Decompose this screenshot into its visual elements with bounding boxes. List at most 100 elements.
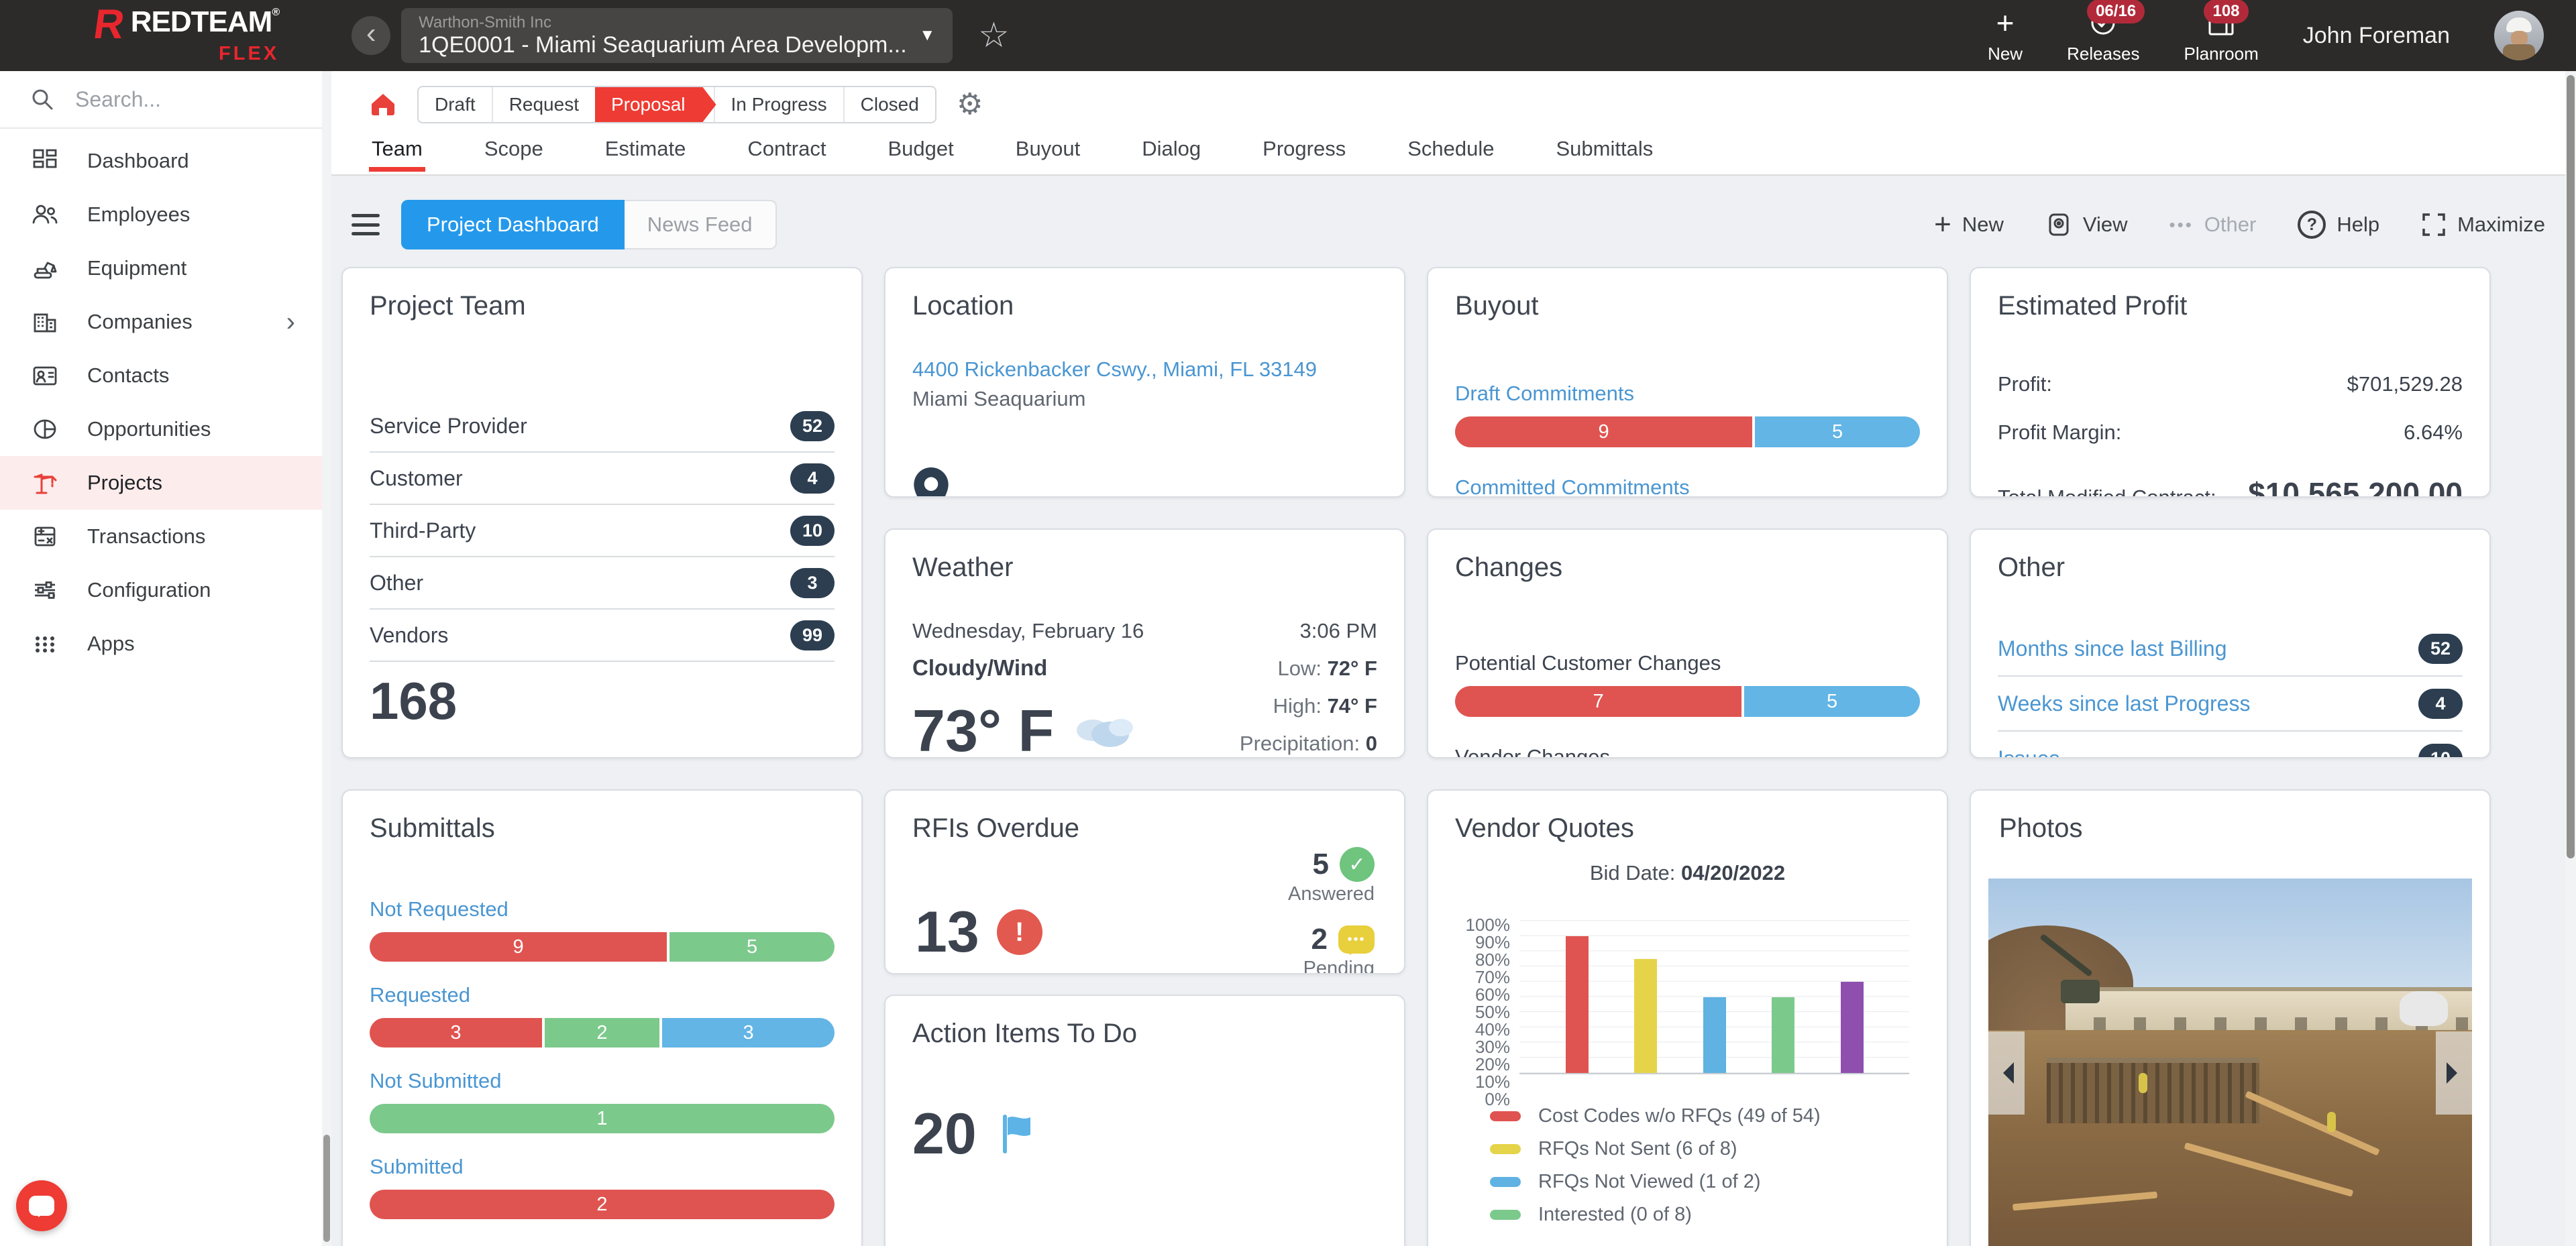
- favorite-star-icon[interactable]: ☆: [978, 18, 1010, 53]
- team-row-service-provider[interactable]: Service Provider 52: [370, 400, 835, 453]
- team-row-customer[interactable]: Customer 4: [370, 453, 835, 505]
- sidebar-item-contacts[interactable]: Contacts: [0, 349, 322, 402]
- sidebar-item-configuration[interactable]: Configuration: [0, 563, 322, 617]
- sidebar-scrollbar[interactable]: [322, 71, 331, 1246]
- sidebar-item-apps[interactable]: Apps: [0, 617, 322, 671]
- releases-button[interactable]: Releases 06/16: [2067, 0, 2145, 64]
- planroom-button[interactable]: Planroom 108: [2184, 0, 2259, 64]
- submittals-group: Submitted 2: [370, 1155, 835, 1219]
- team-row-third-party[interactable]: Third-Party 10: [370, 505, 835, 557]
- plus-icon: +: [1996, 5, 2015, 40]
- page-scrollbar[interactable]: [2565, 71, 2576, 1246]
- vendor-quotes-card: Vendor Quotes Bid Date: 04/20/2022 100% 9…: [1427, 789, 1948, 1246]
- view-button[interactable]: View: [2045, 211, 2127, 238]
- tab-schedule[interactable]: Schedule: [1405, 137, 1497, 172]
- y-axis-tick: 80%: [1474, 950, 1510, 970]
- chart-bar: [1634, 958, 1657, 1073]
- status-tab-in-progress[interactable]: In Progress: [713, 87, 843, 122]
- photo-prev-button[interactable]: [1988, 1031, 2025, 1115]
- changes-group-label: Vendor Changes: [1455, 745, 1610, 758]
- help-button[interactable]: ? Help: [2298, 211, 2379, 239]
- dashboard-toolbar: Project Dashboard News Feed + New View •…: [352, 200, 2545, 249]
- location-address-link[interactable]: 4400 Rickenbacker Cswy., Miami, FL 33149: [912, 357, 1377, 382]
- bar-segment: 5: [1755, 416, 1920, 447]
- new-button[interactable]: + New: [1988, 7, 2023, 64]
- search-input[interactable]: [75, 87, 297, 112]
- new-widget-button[interactable]: + New: [1934, 210, 2004, 239]
- status-tab-request[interactable]: Request: [491, 87, 595, 122]
- y-axis-tick: 70%: [1474, 967, 1510, 987]
- page-scrollbar-thumb[interactable]: [2567, 75, 2575, 858]
- status-tab-draft[interactable]: Draft: [419, 87, 492, 122]
- menu-hamburger-icon[interactable]: [352, 214, 380, 235]
- buyout-group-link[interactable]: Committed Commitments: [1455, 475, 1920, 496]
- chat-widget-button[interactable]: [16, 1180, 67, 1231]
- tab-submittals[interactable]: Submittals: [1554, 137, 1656, 172]
- maximize-button[interactable]: Maximize: [2421, 212, 2545, 237]
- team-row-vendors[interactable]: Vendors 99: [370, 610, 835, 662]
- tab-scope[interactable]: Scope: [482, 137, 546, 172]
- profit-margin-row: Profit Margin: 6.64%: [1998, 420, 2463, 444]
- issues-link[interactable]: Issues: [1998, 746, 2059, 758]
- submittals-group-link[interactable]: Requested: [370, 983, 835, 1007]
- sidebar-item-companies[interactable]: Companies ›: [0, 295, 322, 349]
- tab-dialog[interactable]: Dialog: [1139, 137, 1203, 172]
- tab-estimate[interactable]: Estimate: [602, 137, 689, 172]
- sidebar-item-employees[interactable]: Employees: [0, 188, 322, 241]
- news-feed-button[interactable]: News Feed: [624, 200, 777, 249]
- y-axis-tick: 40%: [1474, 1019, 1510, 1039]
- chart-legend-item: Cost Codes w/o RFQs (49 of 54): [1490, 1105, 1920, 1127]
- photo-next-button[interactable]: [2436, 1031, 2472, 1115]
- action-items-card: Action Items To Do 20: [884, 995, 1405, 1246]
- weeks-since-progress-link[interactable]: Weeks since last Progress: [1998, 691, 2250, 716]
- submittals-card: Submittals Not Requested 95 Requested 32…: [341, 789, 863, 1246]
- months-since-billing-link[interactable]: Months since last Billing: [1998, 636, 2226, 661]
- brand-name: REDTEAM®: [130, 5, 280, 39]
- help-icon: ?: [2298, 211, 2326, 239]
- other-card: Other Months since last Billing 52 Weeks …: [1970, 528, 2491, 758]
- photos-card: Photos: [1970, 789, 2491, 1246]
- construction-site-photo: [1988, 879, 2472, 1246]
- submittals-group-link[interactable]: Not Requested: [370, 897, 835, 921]
- sidebar-item-transactions[interactable]: Transactions: [0, 510, 322, 563]
- project-dashboard-button[interactable]: Project Dashboard: [401, 200, 625, 249]
- top-bar: R REDTEAM® FLEX ‹ Warthon-Smith Inc 1QE0…: [0, 0, 2576, 71]
- user-avatar[interactable]: [2494, 11, 2544, 60]
- status-tab-proposal[interactable]: Proposal: [595, 87, 716, 122]
- tab-progress[interactable]: Progress: [1260, 137, 1348, 172]
- home-icon[interactable]: [369, 91, 397, 118]
- profit-row: Profit: $701,529.28: [1998, 372, 2463, 396]
- tab-buyout[interactable]: Buyout: [1013, 137, 1083, 172]
- estimated-profit-card: Estimated Profit Profit: $701,529.28 Prof…: [1970, 267, 2491, 498]
- sidebar-scrollbar-thumb[interactable]: [323, 1135, 330, 1242]
- bar-segment: 5: [669, 932, 835, 962]
- sidebar-item-dashboard[interactable]: Dashboard: [0, 134, 322, 188]
- total-modified-contract-row: Total Modified Contract: $10,565,200.00: [1998, 476, 2463, 498]
- weather-low: Low: 72° F: [1277, 657, 1377, 680]
- other-button[interactable]: ••• Other: [2169, 213, 2256, 237]
- project-selector-dropdown[interactable]: Warthon-Smith Inc 1QE0001 - Miami Seaqua…: [401, 8, 953, 63]
- tab-budget[interactable]: Budget: [885, 137, 957, 172]
- tab-team[interactable]: Team: [369, 137, 425, 172]
- buyout-group-link[interactable]: Draft Commitments: [1455, 382, 1920, 406]
- map-pin-icon[interactable]: [912, 466, 1377, 496]
- rfis-answered-stat: 5 ✓ Answered: [1288, 847, 1375, 905]
- status-tab-closed[interactable]: Closed: [843, 87, 935, 122]
- sidebar-item-projects[interactable]: Projects: [0, 456, 322, 510]
- team-row-other[interactable]: Other 3: [370, 557, 835, 610]
- employees-icon: [31, 201, 59, 229]
- rfis-pending-stat: 2 ••• Pending: [1303, 923, 1375, 974]
- redteam-logo-icon: R: [91, 1, 127, 48]
- weather-date: Wednesday, February 16: [912, 619, 1144, 642]
- tab-contract[interactable]: Contract: [745, 137, 828, 172]
- user-name[interactable]: John Foreman: [2303, 23, 2450, 49]
- sidebar-item-opportunities[interactable]: Opportunities: [0, 402, 322, 456]
- sidebar-item-equipment[interactable]: Equipment: [0, 241, 322, 295]
- submittals-group-link[interactable]: Submitted: [370, 1155, 835, 1179]
- collapse-back-button[interactable]: ‹: [352, 16, 391, 55]
- gear-icon[interactable]: ⚙: [957, 90, 983, 119]
- bar-segment: 9: [1455, 416, 1753, 447]
- company-name: Warthon-Smith Inc: [419, 13, 551, 32]
- submittals-group-link[interactable]: Not Submitted: [370, 1069, 835, 1093]
- plus-icon: +: [1934, 208, 1951, 241]
